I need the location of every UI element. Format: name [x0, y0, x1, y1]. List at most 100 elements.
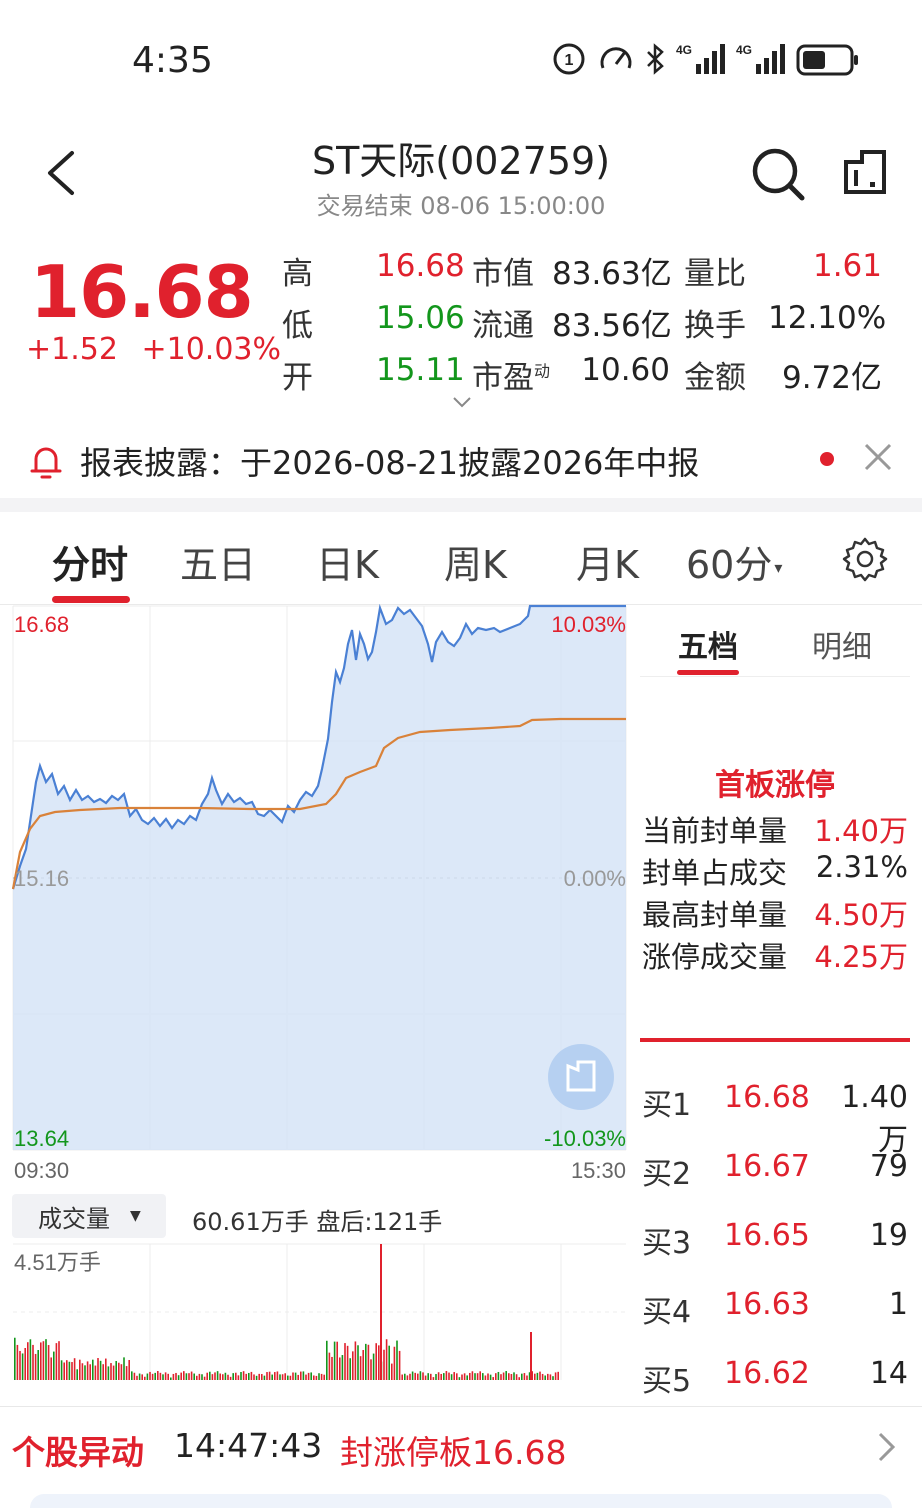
bid-name: 买2 [642, 1157, 692, 1192]
bid-price: 16.63 [724, 1287, 810, 1322]
floating-share-button[interactable] [548, 1044, 614, 1110]
quote-label: 开 [282, 360, 313, 396]
status-time: 4:35 [132, 40, 213, 81]
bid-price: 16.68 [724, 1080, 810, 1115]
volume-selector-button[interactable]: 成交量 ▼ [12, 1194, 166, 1238]
notice-text: 报表披露：于2026-08-21披露2026年中报 [80, 444, 700, 482]
limit-row: 当前封单量 1.40万 [642, 808, 908, 850]
quote-label: 换手 [684, 308, 746, 344]
search-icon[interactable] [750, 144, 806, 204]
bluetooth-icon [647, 43, 664, 75]
net2-label: 4G [736, 43, 752, 57]
quote-label: 金额 [684, 360, 746, 396]
speed-icon [600, 47, 632, 69]
alert-divider [0, 1406, 922, 1407]
limit-label: 涨停成交量 [642, 940, 788, 974]
battery-icon [796, 44, 858, 76]
quote-value: 15.11 [376, 352, 465, 388]
pct-mid-label: 0.00% [564, 866, 626, 891]
tab-order-book[interactable]: 五档 [678, 622, 738, 666]
price-change: +1.52 +10.03% [26, 332, 281, 367]
bid-row: 买3 16.65 19 [642, 1218, 908, 1262]
svg-text:1: 1 [565, 52, 574, 69]
quote-label: 高 [282, 256, 313, 292]
limit-up-title: 首板涨停 [715, 768, 835, 803]
bid-row: 买2 16.67 79 [642, 1149, 908, 1193]
alert-time: 14:47:43 [174, 1426, 323, 1465]
quote-label: 流通 [472, 308, 534, 344]
limit-value: 1.40万 [814, 814, 908, 848]
chevron-right-icon[interactable] [876, 1430, 898, 1464]
panel-divider [640, 676, 910, 677]
expand-chevron-icon[interactable] [452, 396, 472, 410]
quote-value: 1.61 [812, 248, 882, 284]
change-amount: +1.52 [26, 332, 118, 367]
limit-value: 4.50万 [814, 898, 908, 932]
bid-ask-separator [640, 1038, 910, 1042]
price-low-label: 13.64 [14, 1126, 69, 1151]
tab-intraday[interactable]: 分时 [52, 534, 128, 589]
tab-60min[interactable]: 60分 ▾ [686, 534, 782, 589]
bid-row: 买5 16.62 14 [642, 1356, 908, 1400]
bell-icon [30, 447, 62, 479]
bid-row: 买1 16.68 1.40万 [642, 1080, 908, 1159]
limit-value: 4.25万 [814, 940, 908, 974]
bid-price: 16.65 [724, 1218, 810, 1253]
limit-value: 2.31% [815, 850, 908, 884]
quote-value: 9.72亿 [781, 360, 882, 396]
tab-monthly-k[interactable]: 月K [576, 534, 639, 589]
volume-grid [13, 1243, 626, 1380]
quote-value: 10.60 [581, 352, 670, 388]
quote-label: 低 [282, 308, 313, 344]
bottom-sheet-edge [30, 1494, 892, 1508]
limit-label: 最高封单量 [642, 898, 788, 932]
signal-icon-2: 4G [736, 43, 785, 74]
volume-button-label: 成交量 [38, 1204, 110, 1233]
volume-info: 60.61万手 盘后:121手 [192, 1208, 443, 1236]
alert-text[interactable]: 封涨停板16.68 [340, 1426, 566, 1474]
signal-icon-1: 4G [676, 43, 725, 74]
tab-weekly-k[interactable]: 周K [444, 534, 507, 589]
share-icon[interactable] [840, 148, 890, 196]
change-percent: +10.03% [141, 332, 282, 367]
alert-label: 个股异动 [12, 1433, 144, 1472]
limit-row: 最高封单量 4.50万 [642, 892, 908, 934]
settings-gear-icon[interactable] [842, 536, 888, 582]
price-high-label: 16.68 [14, 612, 69, 637]
section-divider [0, 498, 922, 512]
panel-tab-indicator [677, 670, 739, 675]
tab-trade-detail[interactable]: 明细 [812, 622, 872, 666]
bid-price: 16.67 [724, 1149, 810, 1184]
tab-60min-label: 60分 [686, 543, 773, 587]
bid-name: 买4 [642, 1295, 692, 1330]
bid-name: 买3 [642, 1226, 692, 1261]
bid-price: 16.62 [724, 1356, 810, 1391]
bid-volume: 1.40万 [841, 1080, 908, 1158]
close-icon[interactable] [862, 440, 894, 474]
intraday-chart[interactable]: 16.68 10.03% 15.16 0.00% 13.64 -10.03% 0… [0, 604, 640, 1384]
tab-active-indicator [52, 596, 130, 603]
limit-label: 当前封单量 [642, 814, 788, 848]
tab-five-day[interactable]: 五日 [180, 534, 256, 589]
bid-name: 买1 [642, 1088, 692, 1123]
current-price: 16.68 [30, 250, 254, 334]
quote-label: 市值 [472, 256, 534, 292]
quote-label: 市盈动 [472, 352, 550, 397]
unread-dot [820, 452, 834, 466]
time-end-label: 15:30 [571, 1158, 626, 1183]
time-start-label: 09:30 [14, 1158, 69, 1183]
dropdown-triangle-icon: ▼ [130, 1208, 141, 1224]
net1-label: 4G [676, 43, 692, 57]
limit-row: 涨停成交量 4.25万 [642, 934, 908, 976]
bid-name: 买5 [642, 1364, 692, 1399]
quote-value: 83.56亿 [552, 308, 672, 344]
notice-bar[interactable]: 报表披露：于2026-08-21披露2026年中报 [28, 438, 699, 484]
tab-daily-k[interactable]: 日K [316, 534, 379, 589]
bid-row: 买4 16.63 1 [642, 1287, 908, 1331]
bid-volume: 19 [869, 1218, 908, 1253]
pct-low-label: -10.03% [544, 1126, 626, 1151]
status-icons: 1 4G 4G [552, 42, 860, 76]
quote-value: 12.10% [768, 300, 887, 336]
pct-high-label: 10.03% [551, 612, 626, 637]
quote-value: 16.68 [376, 248, 465, 284]
